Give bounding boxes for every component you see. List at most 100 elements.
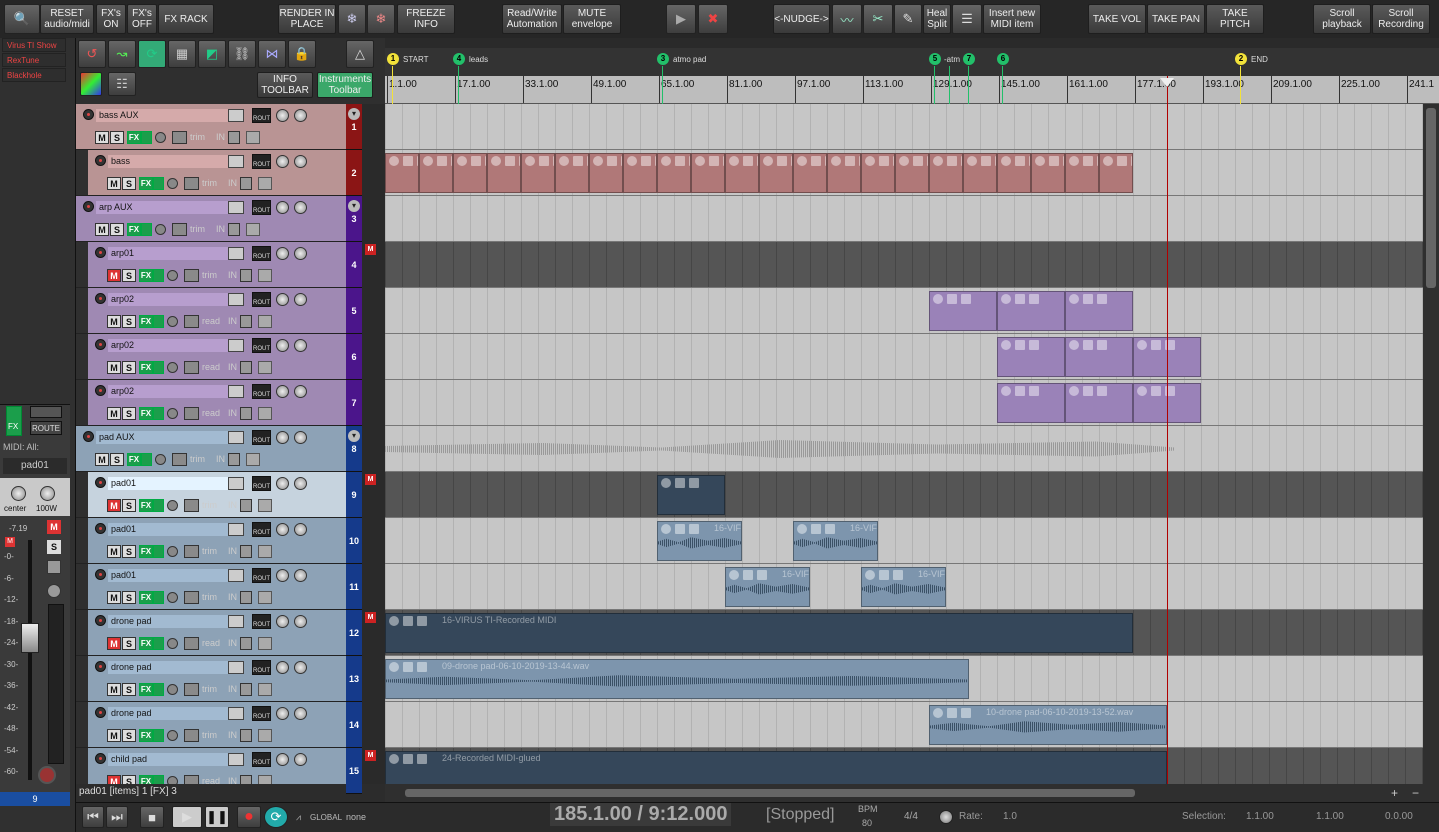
volume-slider[interactable] [228, 109, 244, 122]
folder-toggle-icon[interactable]: ▾ [348, 108, 360, 120]
fx-bypass-icon[interactable] [153, 683, 164, 696]
fx-bypass-icon[interactable] [153, 729, 164, 742]
media-item[interactable] [453, 153, 487, 193]
mute-button[interactable]: M [107, 269, 121, 282]
track-name-field[interactable]: pad01 [108, 569, 228, 582]
media-item[interactable]: 16-VIF [793, 521, 878, 561]
phase-icon[interactable] [167, 546, 178, 557]
volume-slider[interactable] [228, 339, 244, 352]
phase-icon[interactable] [167, 178, 178, 189]
solo-button[interactable]: S [122, 591, 136, 604]
take-pan-button[interactable]: TAKE PAN [1147, 4, 1205, 34]
volume-slider[interactable] [228, 523, 244, 536]
color-swatch-icon[interactable] [80, 72, 102, 96]
media-item[interactable] [657, 153, 691, 193]
automation-mode[interactable]: trim [190, 454, 205, 464]
pan-knob[interactable] [294, 247, 307, 260]
mute-button[interactable]: M [95, 223, 109, 236]
fx-button[interactable]: FX [139, 315, 153, 328]
receive-icon[interactable] [246, 453, 260, 466]
playhead-marker-icon[interactable] [1160, 78, 1174, 87]
scroll-playback-button[interactable]: Scroll playback [1313, 4, 1371, 34]
pan-knob[interactable] [294, 431, 307, 444]
input-select[interactable] [228, 131, 240, 144]
folder-toggle-icon[interactable]: ▾ [348, 430, 360, 442]
solo-button[interactable]: S [122, 545, 136, 558]
track-number[interactable]: 10 [346, 518, 362, 564]
media-marker-icon[interactable]: M [365, 750, 376, 761]
routing-button[interactable]: ROUT [252, 384, 271, 399]
media-item[interactable] [861, 153, 895, 193]
volume-knob[interactable] [276, 293, 289, 306]
phase-icon[interactable] [155, 224, 166, 235]
volume-knob[interactable] [276, 155, 289, 168]
media-item[interactable] [691, 153, 725, 193]
mixer-mute-button[interactable]: M [47, 520, 61, 534]
track-lane[interactable]: 16-VIRUS TI-Recorded MIDI [385, 610, 1423, 656]
track-13[interactable]: drone pad ROUT M S FX trim IN [76, 656, 346, 702]
fx-bypass-icon[interactable] [153, 591, 164, 604]
track-1[interactable]: bass AUX ROUT M S FX trim IN [76, 104, 346, 150]
media-item[interactable]: 16-VIRUS TI-Recorded MIDI [385, 613, 1133, 653]
solo-button[interactable]: S [122, 407, 136, 420]
fx-button[interactable]: FX [127, 223, 141, 236]
record-arm-button[interactable] [95, 339, 106, 350]
pan-knob[interactable] [294, 155, 307, 168]
fx-button[interactable]: FX [139, 591, 153, 604]
fx-bypass-icon[interactable] [141, 131, 152, 144]
record-arm-button[interactable] [95, 661, 106, 672]
media-item[interactable]: 16-VIF [657, 521, 742, 561]
fx-button[interactable]: FX [139, 637, 153, 650]
vertical-scroll-thumb[interactable] [1426, 108, 1436, 288]
fx-button[interactable]: FX [139, 683, 153, 696]
input-select[interactable] [240, 361, 252, 374]
timeline-marker[interactable]: 6 [997, 52, 1013, 66]
volume-slider[interactable] [228, 247, 244, 260]
record-arm-button[interactable] [95, 707, 106, 718]
media-marker-icon[interactable]: M [365, 612, 376, 623]
routing-button[interactable]: ROUT [252, 614, 271, 629]
record-arm-button[interactable] [83, 109, 94, 120]
track-name-field[interactable]: arp AUX [96, 201, 228, 214]
track-number[interactable]: 6 [346, 334, 362, 380]
fx-bypass-icon[interactable] [153, 177, 164, 190]
pan-knob[interactable] [294, 523, 307, 536]
record-arm-button[interactable] [83, 431, 94, 442]
track-number[interactable]: 15 [346, 748, 362, 794]
take-vol-button[interactable]: TAKE VOL [1088, 4, 1146, 34]
track-14[interactable]: drone pad ROUT M S FX trim IN [76, 702, 346, 748]
media-item[interactable] [1031, 153, 1065, 193]
envelope-button[interactable] [184, 545, 199, 558]
fx-bypass-icon[interactable] [141, 453, 152, 466]
media-item[interactable] [725, 153, 759, 193]
track-number[interactable]: 5 [346, 288, 362, 334]
automation-none[interactable]: none [346, 812, 366, 822]
mute-button[interactable]: M [95, 131, 109, 144]
track-2[interactable]: bass ROUT M S FX trim IN [76, 150, 346, 196]
timeline-marker[interactable]: 4 leads [453, 52, 488, 66]
mixer-route-button[interactable]: ROUTE [30, 421, 62, 435]
receive-icon[interactable] [258, 361, 272, 374]
automation-mode[interactable]: read [202, 316, 220, 326]
record-arm-button[interactable] [95, 523, 106, 534]
play-icon[interactable]: ▶ [172, 806, 202, 828]
media-marker-icon[interactable]: M [365, 474, 376, 485]
pan-knob[interactable] [294, 477, 307, 490]
track-number[interactable]: 9 [346, 472, 362, 518]
receive-icon[interactable] [258, 545, 272, 558]
track-name-field[interactable]: drone pad [108, 707, 228, 720]
envelope-button[interactable] [184, 591, 199, 604]
volume-knob[interactable] [276, 753, 289, 766]
solo-button[interactable]: S [122, 683, 136, 696]
volume-knob[interactable] [276, 339, 289, 352]
horizontal-scroll-thumb[interactable] [405, 789, 1135, 797]
mute-button[interactable]: M [107, 177, 121, 190]
automation-mode[interactable]: trim [202, 270, 217, 280]
pan-knob[interactable] [294, 753, 307, 766]
record-arm-button[interactable] [95, 293, 106, 304]
input-select[interactable] [240, 269, 252, 282]
media-item[interactable] [419, 153, 453, 193]
width-knob[interactable] [40, 486, 55, 501]
routing-button[interactable]: ROUT [252, 752, 271, 767]
routing-button[interactable]: ROUT [252, 108, 271, 123]
